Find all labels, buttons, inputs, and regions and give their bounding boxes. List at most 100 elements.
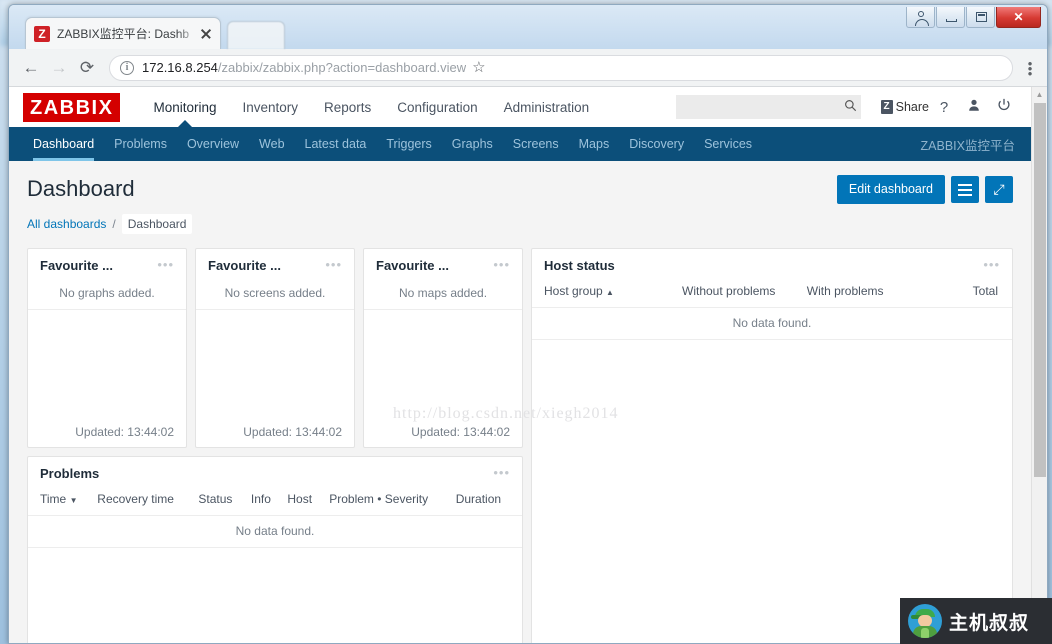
column-total[interactable]: Total xyxy=(926,280,1012,308)
brand-overlay: 主机叔叔 xyxy=(900,598,1052,644)
browser-toolbar: ← → ⟳ i 172.16.8.254/zabbix/zabbix.php?a… xyxy=(9,49,1047,87)
browser-menu-icon[interactable]: • • • xyxy=(1021,60,1039,76)
column-with-problems[interactable]: With problems xyxy=(801,280,926,308)
widget-updated-time: Updated: 13:44:02 xyxy=(364,419,522,447)
tab-close-icon[interactable] xyxy=(198,26,214,42)
subnav-item-discovery[interactable]: Discovery xyxy=(619,127,694,161)
table-header-row: Time ▼ Recovery time Status Info Host Pr… xyxy=(28,488,522,516)
table-row: No data found. xyxy=(28,515,522,547)
search-icon[interactable] xyxy=(844,99,858,115)
bookmark-star-icon[interactable]: ☆ xyxy=(472,60,488,75)
column-without-problems[interactable]: Without problems xyxy=(676,280,801,308)
subnav-item-latest-data[interactable]: Latest data xyxy=(295,127,377,161)
site-info-icon[interactable]: i xyxy=(120,61,134,75)
subnav-item-services[interactable]: Services xyxy=(694,127,762,161)
scrollbar-up-arrow-icon[interactable]: ▲ xyxy=(1032,87,1047,103)
widget-menu-icon[interactable]: ••• xyxy=(155,262,176,268)
subnav-item-dashboard[interactable]: Dashboard xyxy=(23,127,104,161)
widget-menu-icon[interactable]: ••• xyxy=(981,262,1002,268)
hamburger-icon-bar xyxy=(958,184,972,186)
table-body: No data found. xyxy=(28,515,522,547)
user-profile-icon-svg xyxy=(967,98,981,112)
problems-table: Time ▼ Recovery time Status Info Host Pr… xyxy=(28,488,522,548)
empty-state-message: No data found. xyxy=(28,515,522,547)
menu-item-monitoring[interactable]: Monitoring xyxy=(140,87,229,127)
zabbix-main-menu: Monitoring Inventory Reports Configurati… xyxy=(140,87,602,127)
widget-header: Problems ••• xyxy=(28,457,522,488)
widget-header: Favourite ... ••• xyxy=(196,249,354,280)
help-icon[interactable]: ? xyxy=(929,99,959,116)
share-label: Share xyxy=(896,100,929,114)
user-profile-icon[interactable] xyxy=(959,98,989,116)
subnav-item-overview[interactable]: Overview xyxy=(177,127,249,161)
column-status[interactable]: Status xyxy=(192,488,244,516)
reload-button[interactable]: ⟳ xyxy=(73,54,101,82)
address-bar[interactable]: i 172.16.8.254/zabbix/zabbix.php?action=… xyxy=(109,55,1013,81)
widget-title: Favourite ... xyxy=(208,258,281,273)
column-label: Host group xyxy=(544,284,603,298)
widget-header: Favourite ... ••• xyxy=(364,249,522,280)
page-scrollbar[interactable]: ▲ xyxy=(1031,87,1047,643)
zabbix-subnav: Dashboard Problems Overview Web Latest d… xyxy=(9,127,1031,161)
column-host[interactable]: Host xyxy=(281,488,323,516)
column-time[interactable]: Time ▼ xyxy=(28,488,91,516)
brand-avatar-icon xyxy=(908,604,942,638)
widget-menu-icon[interactable]: ••• xyxy=(491,262,512,268)
widget-body: No screens added. xyxy=(196,280,354,419)
forward-button[interactable]: → xyxy=(45,54,73,82)
widget-header: Favourite ... ••• xyxy=(28,249,186,280)
zabbix-logo[interactable]: ZABBIX xyxy=(23,93,120,122)
dashboard-grid: Favourite ... ••• No graphs added. Updat… xyxy=(9,248,1031,644)
desktop-backdrop: Z ZABBIX监控平台: Dashb ✕ xyxy=(0,0,1052,644)
back-button[interactable]: ← xyxy=(17,54,45,82)
page-header: Dashboard Edit dashboard ⤢ xyxy=(9,161,1031,204)
menu-item-reports[interactable]: Reports xyxy=(311,87,384,127)
widget-menu-icon[interactable]: ••• xyxy=(323,262,344,268)
subnav-item-web[interactable]: Web xyxy=(249,127,294,161)
column-duration[interactable]: Duration xyxy=(450,488,522,516)
page-title: Dashboard xyxy=(27,175,135,203)
breadcrumb-all-dashboards[interactable]: All dashboards xyxy=(27,217,106,231)
subnav-item-graphs[interactable]: Graphs xyxy=(442,127,503,161)
window-close-button[interactable]: ✕ xyxy=(996,7,1041,28)
widget-favourite-graphs: Favourite ... ••• No graphs added. Updat… xyxy=(27,248,187,448)
widget-menu-icon[interactable]: ••• xyxy=(491,470,512,476)
browser-titlebar: Z ZABBIX监控平台: Dashb ✕ xyxy=(9,5,1047,49)
dashboard-menu-button[interactable] xyxy=(951,176,979,203)
new-tab-button[interactable] xyxy=(227,21,285,49)
subnav-item-maps[interactable]: Maps xyxy=(569,127,620,161)
widget-title: Favourite ... xyxy=(40,258,113,273)
column-host-group[interactable]: Host group ▲ xyxy=(532,280,676,308)
table-body: No data found. xyxy=(532,307,1012,339)
window-restore-button[interactable] xyxy=(966,7,995,28)
subnav-item-screens[interactable]: Screens xyxy=(503,127,569,161)
column-recovery-time[interactable]: Recovery time xyxy=(91,488,192,516)
widget-header: Host status ••• xyxy=(532,249,1012,280)
fullscreen-button[interactable]: ⤢ xyxy=(985,176,1013,203)
menu-item-configuration[interactable]: Configuration xyxy=(384,87,490,127)
url-host: 172.16.8.254 xyxy=(142,60,218,75)
browser-tab[interactable]: Z ZABBIX监控平台: Dashb xyxy=(25,17,221,49)
subnav-item-problems[interactable]: Problems xyxy=(104,127,177,161)
menu-item-administration[interactable]: Administration xyxy=(491,87,603,127)
scrollbar-thumb[interactable] xyxy=(1034,103,1046,477)
widget-body: Host group ▲ Without problems With probl… xyxy=(532,280,1012,617)
search-input[interactable] xyxy=(685,99,844,115)
window-minimize-button[interactable] xyxy=(936,7,965,28)
column-problem-severity[interactable]: Problem • Severity xyxy=(323,488,449,516)
window-user-button[interactable] xyxy=(906,7,935,28)
column-info[interactable]: Info xyxy=(245,488,282,516)
zabbix-page: ZABBIX Monitoring Inventory Reports Conf… xyxy=(9,87,1031,643)
zabbix-header-actions: Z Share ? xyxy=(676,95,1019,119)
empty-state-message: No data found. xyxy=(532,307,1012,339)
share-button[interactable]: Z Share xyxy=(881,100,929,114)
menu-item-inventory[interactable]: Inventory xyxy=(229,87,311,127)
signout-power-icon[interactable] xyxy=(989,98,1019,116)
edit-dashboard-button[interactable]: Edit dashboard xyxy=(837,175,945,204)
widget-problems: Problems ••• Time ▼ Recovery time Status xyxy=(27,456,523,644)
power-icon-svg xyxy=(997,98,1011,112)
widget-favourite-maps: Favourite ... ••• No maps added. Updated… xyxy=(363,248,523,448)
subnav-item-triggers[interactable]: Triggers xyxy=(376,127,441,161)
global-search[interactable] xyxy=(676,95,861,119)
empty-state-message: No graphs added. xyxy=(28,280,186,310)
